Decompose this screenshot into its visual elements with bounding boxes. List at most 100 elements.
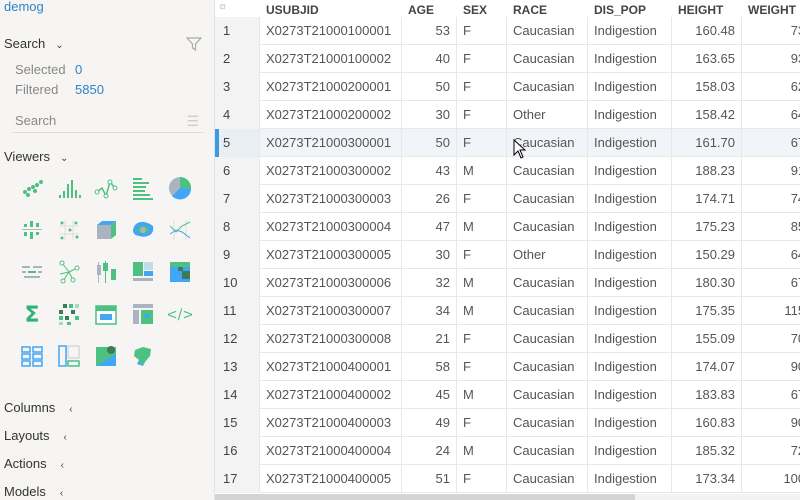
selected-count[interactable]: 0 xyxy=(75,62,82,77)
row-number[interactable]: 7 xyxy=(215,185,260,213)
3d-scatter-icon[interactable] xyxy=(94,218,118,242)
cell-sex[interactable]: M xyxy=(457,269,507,297)
cell-usubjid[interactable]: X0273T21000200001 xyxy=(260,73,402,101)
cell-dis_pop[interactable]: Indigestion xyxy=(588,297,672,325)
cell-usubjid[interactable]: X0273T21000300002 xyxy=(260,157,402,185)
cell-sex[interactable]: F xyxy=(457,325,507,353)
correlation-plot-icon[interactable] xyxy=(57,302,81,326)
cell-height[interactable]: 180.30 xyxy=(672,269,742,297)
candlestick-icon[interactable] xyxy=(94,260,118,284)
table-row[interactable]: 9 X0273T21000300005 30 F Other Indigestion 150… xyxy=(215,241,800,269)
cell-usubjid[interactable]: X0273T21000300003 xyxy=(260,185,402,213)
section-layouts[interactable]: Layouts ‹ xyxy=(4,428,67,443)
cell-sex[interactable]: F xyxy=(457,129,507,157)
google-map-icon[interactable] xyxy=(94,344,118,368)
table-row[interactable]: 8 X0273T21000300004 47 M Caucasian Indigestio… xyxy=(215,213,800,241)
cell-weight[interactable]: 72.0 xyxy=(742,437,800,465)
matrix-plot-icon[interactable] xyxy=(57,218,81,242)
cell-dis_pop[interactable]: Indigestion xyxy=(588,157,672,185)
row-number[interactable]: 17 xyxy=(215,465,260,493)
cell-weight[interactable]: 115.3 xyxy=(742,297,800,325)
column-header-weight[interactable]: WEIGHT xyxy=(744,0,800,18)
table-row[interactable]: 1 X0273T21000100001 53 F Caucasian Indigestio… xyxy=(215,17,800,45)
cell-sex[interactable]: F xyxy=(457,465,507,493)
cell-weight[interactable]: 70.5 xyxy=(742,325,800,353)
cell-age[interactable]: 32 xyxy=(402,269,457,297)
cell-dis_pop[interactable]: Indigestion xyxy=(588,129,672,157)
table-row[interactable]: 17 X0273T21000400005 51 F Caucasian Indigesti… xyxy=(215,465,800,493)
section-models[interactable]: Models ‹ xyxy=(4,484,63,499)
cell-weight[interactable]: 64.5 xyxy=(742,101,800,129)
cell-age[interactable]: 53 xyxy=(402,17,457,45)
cell-race[interactable]: Caucasian xyxy=(507,17,588,45)
cell-usubjid[interactable]: X0273T21000300005 xyxy=(260,241,402,269)
cell-age[interactable]: 24 xyxy=(402,437,457,465)
table-row[interactable]: 14 X0273T21000400002 45 M Caucasian Indigesti… xyxy=(215,381,800,409)
cell-dis_pop[interactable]: Indigestion xyxy=(588,465,672,493)
box-plot-icon[interactable] xyxy=(20,218,44,242)
cell-dis_pop[interactable]: Indigestion xyxy=(588,241,672,269)
cell-usubjid[interactable]: X0273T21000300004 xyxy=(260,213,402,241)
calendar-icon[interactable] xyxy=(94,302,118,326)
cell-age[interactable]: 49 xyxy=(402,409,457,437)
column-header-race[interactable]: RACE xyxy=(509,0,590,18)
cell-dis_pop[interactable]: Indigestion xyxy=(588,17,672,45)
cell-weight[interactable]: 74.1 xyxy=(742,185,800,213)
cell-weight[interactable]: 90.5 xyxy=(742,409,800,437)
row-number[interactable]: 10 xyxy=(215,269,260,297)
cell-age[interactable]: 51 xyxy=(402,465,457,493)
cell-sex[interactable]: F xyxy=(457,353,507,381)
statistics-icon[interactable]: Σ xyxy=(20,302,44,326)
globe-icon[interactable] xyxy=(131,344,155,368)
row-number[interactable]: 13 xyxy=(215,353,260,381)
row-number[interactable]: 8 xyxy=(215,213,260,241)
cell-usubjid[interactable]: X0273T21000400005 xyxy=(260,465,402,493)
cell-usubjid[interactable]: X0273T21000300006 xyxy=(260,269,402,297)
cell-race[interactable]: Caucasian xyxy=(507,297,588,325)
cell-weight[interactable]: 67.6 xyxy=(742,129,800,157)
cell-dis_pop[interactable]: Indigestion xyxy=(588,437,672,465)
cell-race[interactable]: Caucasian xyxy=(507,465,588,493)
row-number[interactable]: 14 xyxy=(215,381,260,409)
cell-dis_pop[interactable]: Indigestion xyxy=(588,213,672,241)
tile-viewer-icon[interactable] xyxy=(20,344,44,368)
table-row[interactable]: 12 X0273T21000300008 21 F Caucasian Indigesti… xyxy=(215,325,800,353)
cell-weight[interactable]: 73.2 xyxy=(742,17,800,45)
cell-sex[interactable]: M xyxy=(457,213,507,241)
row-number[interactable]: 4 xyxy=(215,101,260,129)
cell-height[interactable]: 158.42 xyxy=(672,101,742,129)
cell-usubjid[interactable]: X0273T21000300007 xyxy=(260,297,402,325)
cell-sex[interactable]: F xyxy=(457,185,507,213)
cell-age[interactable]: 21 xyxy=(402,325,457,353)
network-diagram-icon[interactable] xyxy=(57,260,81,284)
cell-sex[interactable]: M xyxy=(457,437,507,465)
cell-weight[interactable]: 67.1 xyxy=(742,381,800,409)
filter-icon[interactable] xyxy=(185,36,203,55)
cell-dis_pop[interactable]: Indigestion xyxy=(588,325,672,353)
cell-height[interactable]: 175.35 xyxy=(672,297,742,325)
cell-height[interactable]: 163.65 xyxy=(672,45,742,73)
data-grid[interactable]: ☼ USUBJID AGE SEX RACE DIS_POP HEIGHT WEIGHT 1… xyxy=(215,0,800,500)
table-name-link[interactable]: demog xyxy=(4,0,44,14)
cell-dis_pop[interactable]: Indigestion xyxy=(588,101,672,129)
cell-age[interactable]: 47 xyxy=(402,213,457,241)
cell-race[interactable]: Caucasian xyxy=(507,325,588,353)
trellis-plot-icon[interactable] xyxy=(20,260,44,284)
cell-age[interactable]: 50 xyxy=(402,129,457,157)
viewers-section-toggle[interactable]: Viewers ⌄ xyxy=(4,149,68,164)
column-header-height[interactable]: HEIGHT xyxy=(674,0,744,18)
scatter-plot-icon[interactable] xyxy=(20,176,44,200)
column-header-dis_pop[interactable]: DIS_POP xyxy=(590,0,674,18)
cell-sex[interactable]: F xyxy=(457,409,507,437)
cell-weight[interactable]: 85.1 xyxy=(742,213,800,241)
cell-age[interactable]: 40 xyxy=(402,45,457,73)
pc-plot-icon[interactable] xyxy=(168,218,192,242)
cell-race[interactable]: Caucasian xyxy=(507,353,588,381)
row-number[interactable]: 11 xyxy=(215,297,260,325)
cell-race[interactable]: Caucasian xyxy=(507,73,588,101)
cell-height[interactable]: 160.83 xyxy=(672,409,742,437)
cell-usubjid[interactable]: X0273T21000200002 xyxy=(260,101,402,129)
density-plot-icon[interactable] xyxy=(131,218,155,242)
bar-chart-icon[interactable] xyxy=(131,176,155,200)
table-row[interactable]: 11 X0273T21000300007 34 M Caucasian Indigesti… xyxy=(215,297,800,325)
